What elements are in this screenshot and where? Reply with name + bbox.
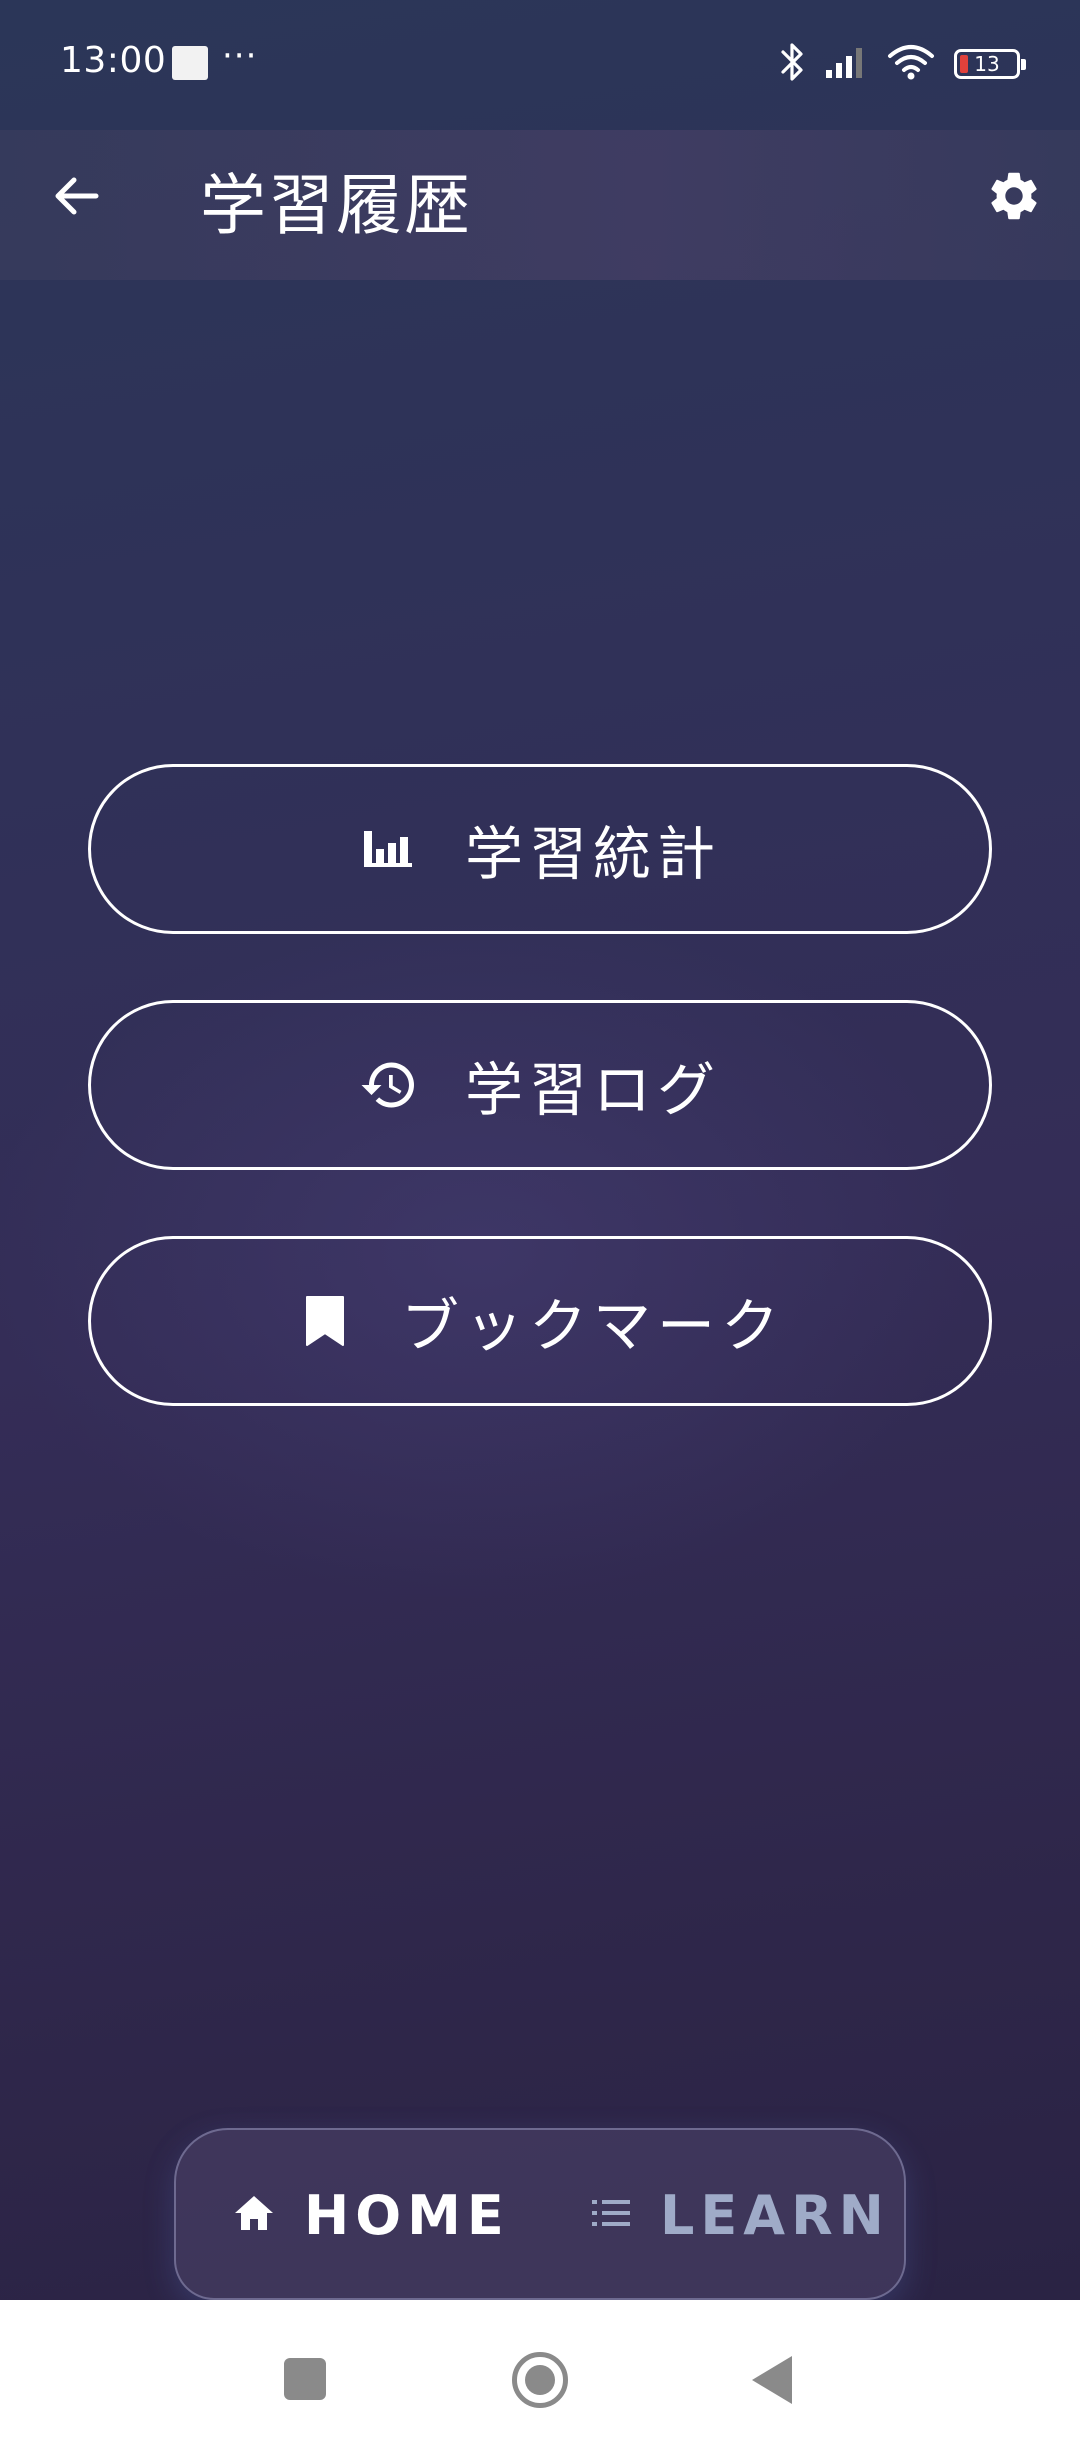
status-time: 13:00 (60, 40, 167, 81)
study-stats-button[interactable]: 学習統計 (88, 764, 992, 934)
home-icon (232, 2193, 276, 2237)
page-title: 学習履歴 (200, 167, 472, 244)
status-bar: 13:00 ··· 13 (0, 0, 1080, 130)
arrow-left-icon (55, 177, 99, 215)
study-stats-label: 学習統計 (464, 820, 721, 888)
app-screen: 13:00 ··· 13 学習履歴 学習統計 学習ログ ブックマーク HOME … (0, 0, 1080, 2300)
status-icons: 13 (780, 40, 1026, 88)
study-log-label: 学習ログ (464, 1056, 721, 1124)
study-log-button[interactable]: 学習ログ (88, 1000, 992, 1170)
bottom-navigation: HOME LEARN (174, 2128, 906, 2300)
battery-icon: 13 (954, 49, 1026, 79)
nav-home[interactable]: HOME (232, 2180, 510, 2250)
battery-fill (960, 55, 968, 73)
bookmark-button[interactable]: ブックマーク (88, 1236, 992, 1406)
bluetooth-icon (780, 41, 806, 87)
back-triangle-button[interactable] (752, 2356, 792, 2404)
gear-icon (991, 172, 1037, 220)
nav-home-label: HOME (304, 2183, 510, 2247)
signal-icon (824, 44, 868, 84)
bookmark-label: ブックマーク (400, 1292, 785, 1360)
status-more-indicator: ··· (222, 36, 258, 76)
nav-learn[interactable]: LEARN (590, 2180, 890, 2250)
back-button[interactable] (36, 156, 116, 236)
home-button[interactable] (512, 2352, 568, 2408)
settings-button[interactable] (974, 156, 1054, 236)
app-bar: 学習履歴 (0, 130, 1080, 280)
list-icon (590, 2196, 632, 2234)
battery-level: 13 (974, 52, 1000, 76)
history-icon (359, 1055, 419, 1115)
wifi-icon (886, 43, 936, 85)
bookmark-icon (295, 1291, 355, 1351)
system-nav-bar (0, 2300, 1080, 2460)
screen-record-icon (172, 46, 208, 80)
bar-chart-icon (359, 819, 419, 879)
recent-apps-button[interactable] (284, 2358, 326, 2400)
nav-learn-label: LEARN (660, 2183, 890, 2247)
